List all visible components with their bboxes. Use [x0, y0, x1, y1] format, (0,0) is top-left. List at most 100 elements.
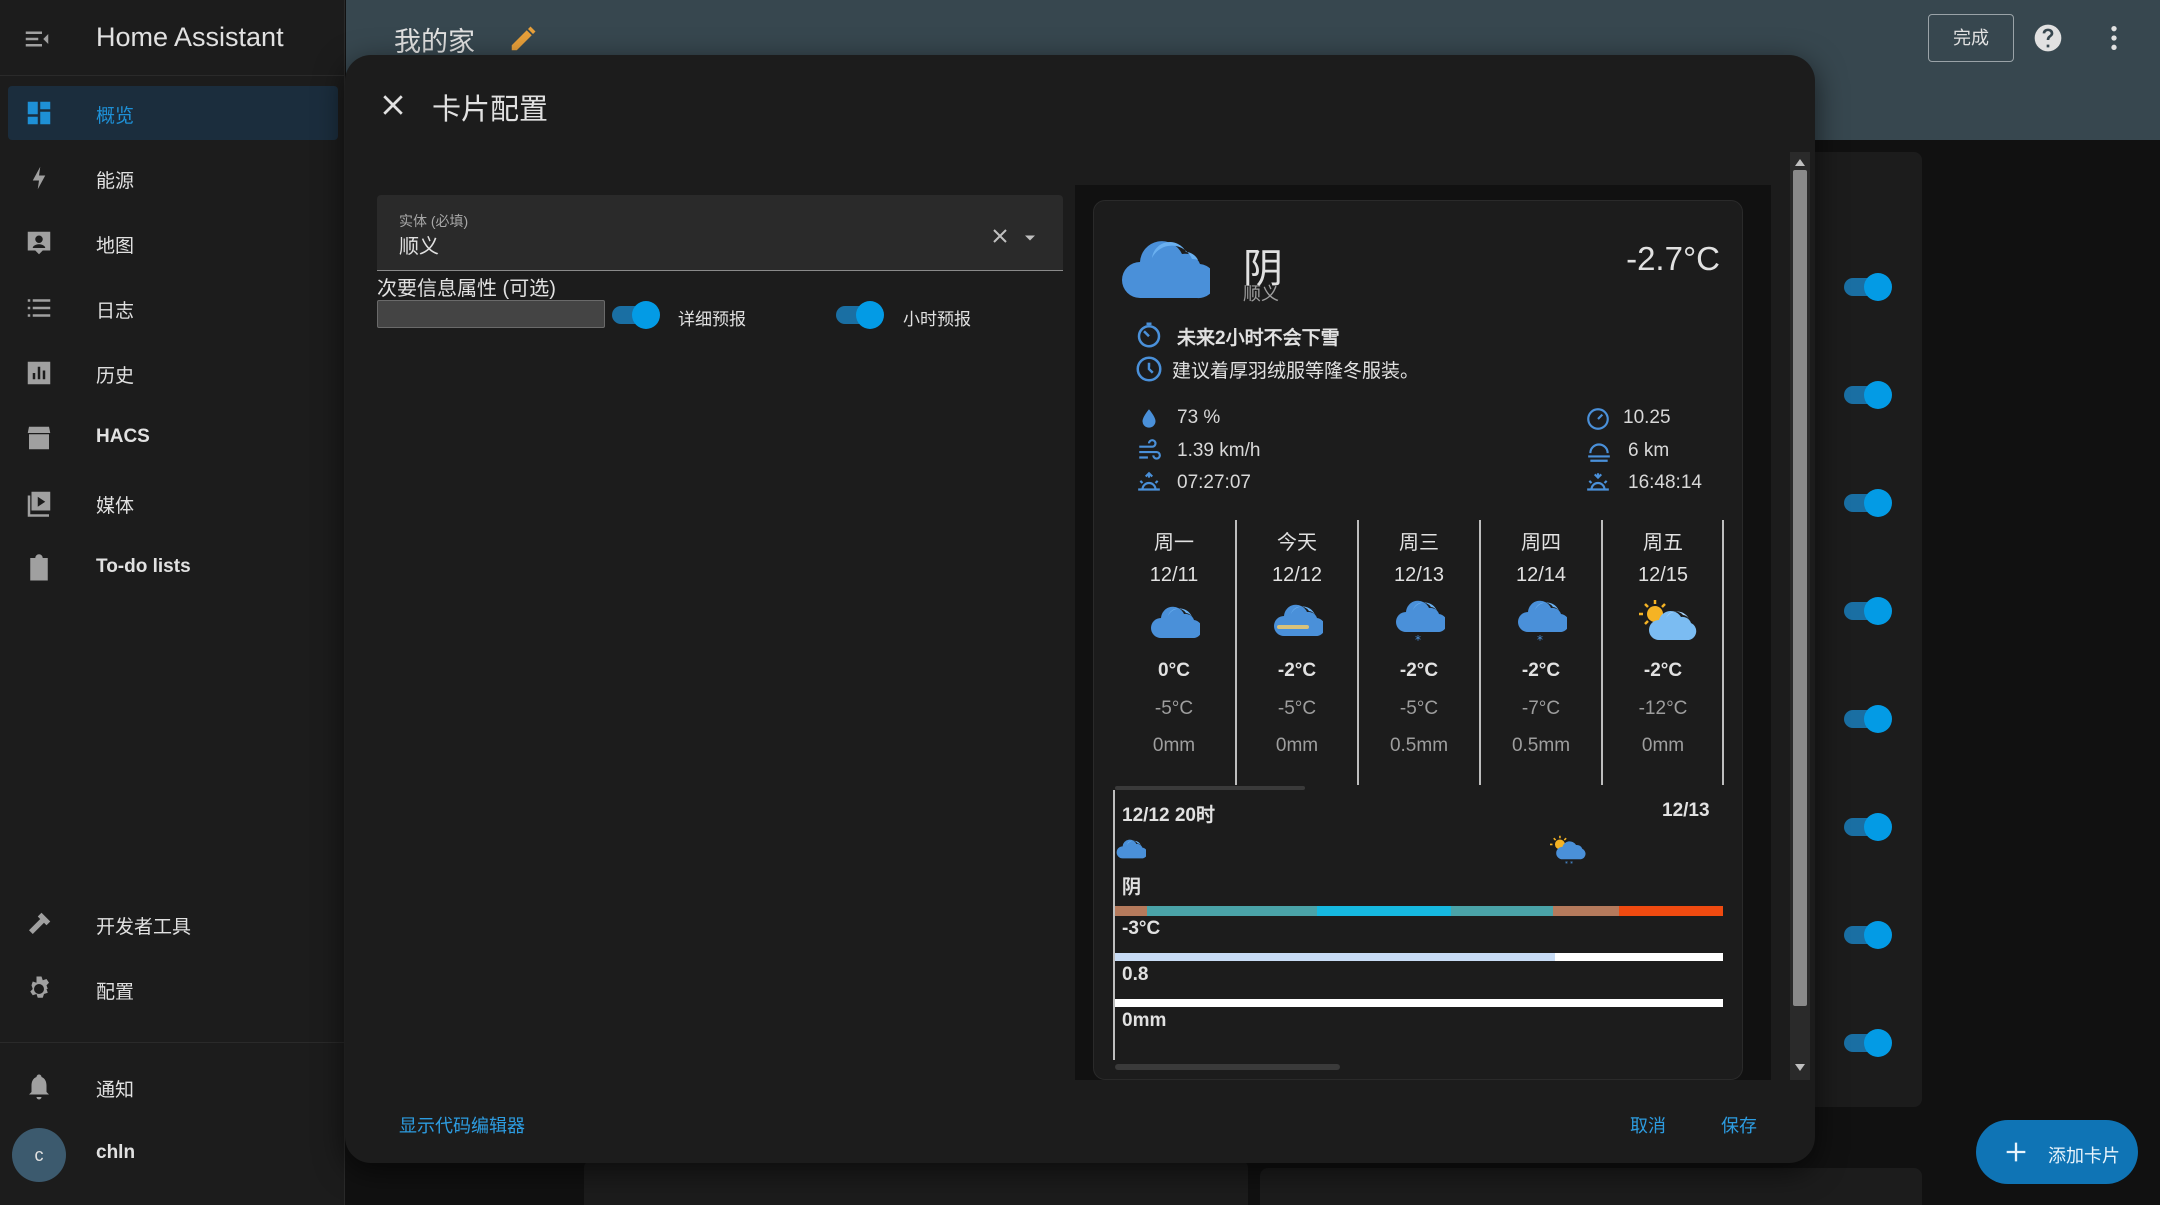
- forecast-date: 12/13: [1393, 564, 1445, 586]
- avatar[interactable]: c: [12, 1128, 66, 1182]
- dashboard-icon: [24, 98, 54, 128]
- background-card: [1260, 1168, 1922, 1205]
- pop-bar: [1115, 953, 1555, 961]
- hourly-scrollbar-bottom[interactable]: [1115, 1064, 1340, 1070]
- clipboard-list-icon: [24, 553, 54, 583]
- background-toggle[interactable]: [1844, 704, 1894, 733]
- sidebar-item-label: HACS: [96, 426, 150, 447]
- hourly-time-next: 12/13: [1662, 800, 1710, 821]
- forecast-day-name: 周一: [1154, 532, 1194, 554]
- sidebar-divider: [0, 1042, 345, 1043]
- wind-icon: [1136, 438, 1162, 464]
- background-toggle[interactable]: [1844, 1028, 1894, 1057]
- close-icon[interactable]: [378, 90, 408, 120]
- cancel-button[interactable]: 取消: [1630, 1112, 1666, 1138]
- forecast-date: 12/14: [1515, 564, 1567, 586]
- add-card-button[interactable]: 添加卡片: [1976, 1120, 2138, 1184]
- sidebar-item-overview[interactable]: 概览: [8, 86, 338, 140]
- user-name[interactable]: chln: [96, 1142, 135, 1164]
- temp-bar-segment: [1317, 906, 1451, 916]
- sidebar-item-hacs[interactable]: HACS: [8, 411, 338, 465]
- detailed-forecast-label: 详细预报: [678, 310, 746, 329]
- pressure-value: 10.25: [1623, 407, 1671, 428]
- background-toggle[interactable]: [1844, 380, 1894, 409]
- forecast-rain: 0.5mm: [1511, 735, 1571, 756]
- sidebar-item-settings[interactable]: 配置: [8, 962, 338, 1016]
- svg-text:*: *: [1537, 633, 1543, 646]
- sidebar-item-developer-tools[interactable]: 开发者工具: [8, 897, 338, 951]
- rain-bar: [1115, 999, 1723, 1007]
- visibility-icon: [1585, 438, 1613, 464]
- background-toggle[interactable]: [1844, 596, 1894, 625]
- forecast-day: 周三 12/13 * -2°C -5°C 0.5mm: [1358, 520, 1480, 785]
- sidebar-item-label: 开发者工具: [96, 917, 192, 938]
- sidebar-item-map[interactable]: 地图: [8, 216, 338, 270]
- save-button[interactable]: 保存: [1721, 1112, 1757, 1138]
- temp-bar-segment: [1553, 906, 1619, 916]
- gear-icon: [24, 974, 54, 1004]
- forecast-divider: [1722, 520, 1724, 785]
- sidebar-item-todo[interactable]: To-do lists: [8, 541, 338, 595]
- entity-value[interactable]: 顺义: [399, 230, 439, 259]
- snow-cloud-icon: *: [1517, 598, 1567, 646]
- map-account-icon: [24, 228, 54, 258]
- hourly-precip-probability: 0.8: [1122, 964, 1149, 985]
- hourly-forecast-toggle[interactable]: [836, 300, 886, 330]
- background-toggle[interactable]: [1844, 272, 1894, 301]
- forecast-high: -2°C: [1399, 660, 1439, 681]
- sidebar-item-energy[interactable]: 能源: [8, 151, 338, 205]
- detailed-forecast-toggle[interactable]: [612, 300, 662, 330]
- background-card: [584, 1160, 1248, 1205]
- sidebar-item-label: 历史: [96, 366, 135, 387]
- show-code-editor-button[interactable]: 显示代码编辑器: [399, 1112, 525, 1138]
- cloudy-icon: [1120, 222, 1210, 304]
- more-vertical-icon[interactable]: [2098, 22, 2130, 54]
- add-card-label: 添加卡片: [2048, 1146, 2120, 1166]
- sidebar-item-history[interactable]: 历史: [8, 346, 338, 400]
- entity-label: 实体 (必填): [399, 213, 469, 229]
- dropdown-arrow-icon[interactable]: [1020, 228, 1040, 248]
- done-button[interactable]: 完成: [1928, 14, 2014, 62]
- scroll-down-icon[interactable]: [1794, 1062, 1806, 1072]
- forecast-date: 12/12: [1271, 564, 1323, 586]
- background-toggle[interactable]: [1844, 920, 1894, 949]
- current-temperature: -2.7°C: [1626, 240, 1720, 277]
- help-icon[interactable]: [2032, 22, 2064, 54]
- forecast-day-name: 周五: [1643, 532, 1683, 554]
- scrollbar-thumb[interactable]: [1793, 170, 1807, 1006]
- hourly-condition: 阴: [1122, 877, 1142, 898]
- forecast-day: 周四 12/14 * -2°C -7°C 0.5mm: [1480, 520, 1602, 785]
- hourly-rain: 0mm: [1122, 1010, 1167, 1031]
- forecast-rain: 0mm: [1152, 735, 1196, 756]
- secondary-info-input[interactable]: [377, 300, 605, 328]
- background-toggle[interactable]: [1844, 488, 1894, 517]
- pencil-icon[interactable]: [508, 24, 538, 54]
- sunrise-icon: [1136, 470, 1162, 496]
- sidebar-item-notifications[interactable]: 通知: [8, 1060, 338, 1114]
- temp-bar-segment: [1147, 906, 1317, 916]
- background-toggle[interactable]: [1844, 812, 1894, 841]
- forecast-day-name: 今天: [1277, 532, 1317, 554]
- weather-alert: 未来2小时不会下雪: [1177, 328, 1340, 349]
- weather-location: 顺义: [1243, 284, 1279, 304]
- sunset-value: 16:48:14: [1628, 472, 1702, 493]
- menu-icon[interactable]: [22, 24, 52, 54]
- sidebar-item-label: 地图: [96, 236, 135, 257]
- hourly-forecast[interactable]: [1113, 790, 1725, 1060]
- clear-icon[interactable]: [988, 224, 1012, 248]
- entity-select[interactable]: [377, 195, 1063, 271]
- forecast-date: 12/11: [1149, 564, 1199, 586]
- forecast-low: -12°C: [1638, 698, 1688, 719]
- svg-text:* *: * *: [1565, 861, 1573, 866]
- weather-advice: 建议着厚羽绒服等隆冬服装。: [1172, 361, 1420, 382]
- forecast-rain: 0mm: [1275, 735, 1319, 756]
- secondary-info-label: 次要信息属性 (可选): [377, 278, 556, 300]
- scroll-up-icon[interactable]: [1794, 158, 1806, 168]
- sidebar-item-media[interactable]: 媒体: [8, 476, 338, 530]
- humidity-value: 73 %: [1177, 407, 1221, 428]
- hourly-forecast-label: 小时预报: [903, 310, 971, 329]
- forecast-low: -5°C: [1399, 698, 1439, 719]
- partly-cloudy-night-icon: * *: [1550, 834, 1586, 866]
- bell-icon: [24, 1072, 54, 1102]
- sidebar-item-logbook[interactable]: 日志: [8, 281, 338, 335]
